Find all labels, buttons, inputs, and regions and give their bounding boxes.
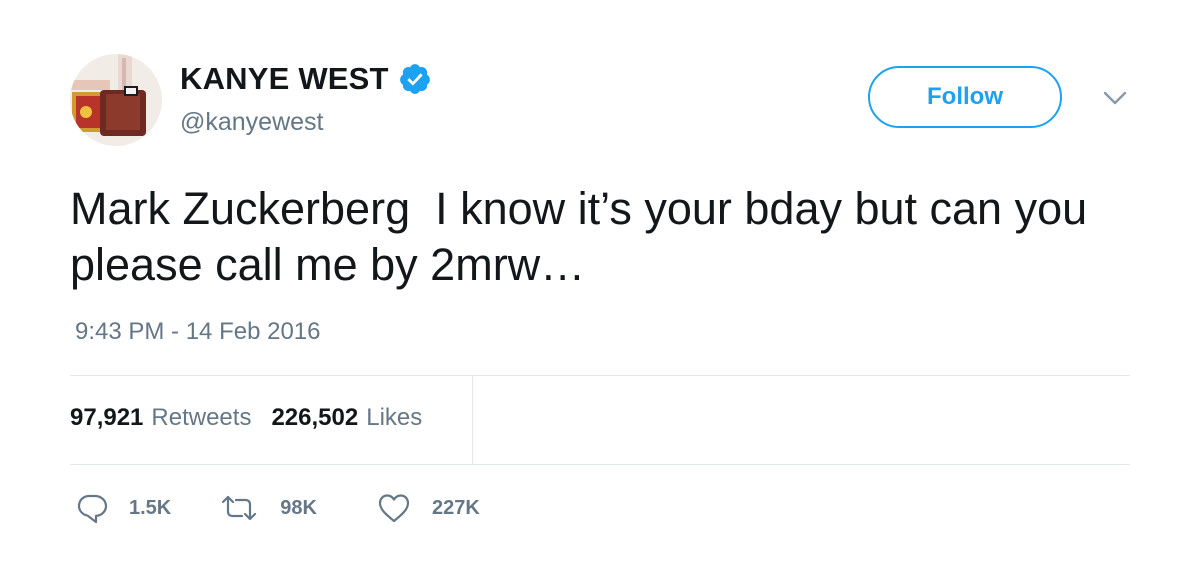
avatar-image (70, 54, 162, 146)
stats-divider (472, 376, 473, 464)
tweet-timestamp[interactable]: 9:43 PM - 14 Feb 2016 (75, 318, 320, 346)
retweets-label: Retweets (151, 404, 252, 431)
avatar[interactable] (70, 54, 162, 146)
tweet-actions: 1.5K 98K 227K (76, 490, 480, 526)
verified-badge-icon (398, 62, 432, 96)
reply-icon (77, 494, 108, 524)
divider-bottom (70, 464, 1130, 465)
tweet-text: Mark Zuckerberg I know it’s your bday bu… (70, 183, 1100, 290)
retweets-count: 97,921 (70, 404, 144, 431)
retweet-count: 98K (280, 496, 317, 519)
follow-button[interactable]: Follow (868, 66, 1062, 128)
display-name-row: KANYE WEST (180, 58, 432, 100)
likes-count: 226,502 (271, 404, 359, 431)
likes-stat[interactable]: 226,502 Likes (271, 404, 422, 432)
display-name[interactable]: KANYE WEST (180, 61, 389, 97)
user-handle[interactable]: @kanyewest (180, 108, 324, 137)
retweets-stat[interactable]: 97,921 Retweets (70, 404, 251, 432)
tweet-stats: 97,921 Retweets 226,502 Likes (70, 404, 422, 432)
reply-button[interactable]: 1.5K (76, 492, 171, 524)
retweet-icon (222, 495, 257, 521)
chevron-down-icon[interactable] (1101, 88, 1129, 108)
reply-count: 1.5K (129, 496, 172, 519)
retweet-button[interactable]: 98K (219, 492, 317, 524)
like-count: 227K (431, 496, 480, 519)
like-button[interactable]: 227K (377, 492, 480, 524)
heart-icon (378, 494, 410, 523)
divider-top (70, 375, 1130, 376)
likes-label: Likes (366, 404, 423, 431)
